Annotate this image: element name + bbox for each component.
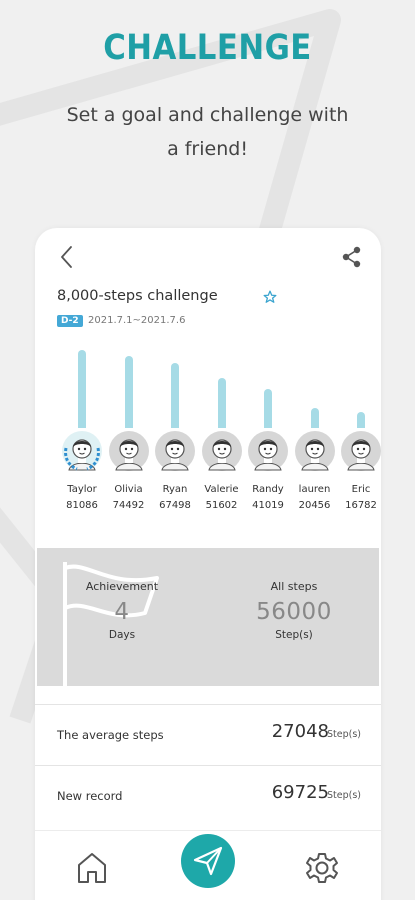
steps-bar — [124, 356, 133, 428]
phone-screen: 8,000-steps challenge D-2 2021.7.1~2021.… — [35, 228, 381, 900]
steps-bar — [264, 389, 272, 428]
ranking-chart: Taylor 81086 Olivia 74492 Ryan 67498 Valerie 51… — [35, 350, 381, 518]
steps-bar — [310, 408, 319, 428]
avatar — [294, 431, 335, 471]
ranking-steps: 16782 — [345, 500, 377, 511]
ranking-item[interactable]: lauren 20456 — [292, 378, 338, 518]
dday-badge: D-2 — [57, 315, 83, 327]
all-steps-value: 56000 — [256, 599, 332, 625]
average-steps-value: 27048 — [271, 721, 329, 742]
star-icon[interactable] — [263, 290, 277, 304]
achievement-block: Achievement 4 Days — [52, 580, 192, 641]
avatar — [341, 431, 381, 471]
share-icon[interactable] — [341, 246, 363, 268]
ranking-item[interactable]: Taylor 81086 — [59, 350, 105, 518]
home-icon[interactable] — [76, 851, 108, 885]
all-steps-unit: Step(s) — [275, 629, 313, 641]
avatar — [62, 431, 102, 471]
avatar — [108, 431, 149, 471]
challenge-dates: 2021.7.1~2021.7.6 — [88, 315, 186, 326]
challenge-nav-button[interactable] — [178, 831, 238, 891]
steps-bar — [357, 412, 365, 428]
new-record-row: New record 69725 Step(s) — [35, 765, 381, 825]
gear-icon[interactable] — [305, 851, 339, 885]
promo-title: CHALLENGE — [103, 28, 312, 68]
steps-bar — [171, 363, 179, 428]
new-record-unit: Step(s) — [327, 790, 361, 801]
paper-plane-icon — [193, 846, 223, 876]
ranking-item[interactable]: Valerie 51602 — [199, 378, 245, 518]
chevron-left-icon[interactable] — [55, 244, 79, 270]
ranking-item[interactable]: Olivia 74492 — [106, 356, 152, 518]
ranking-item[interactable]: Eric 16782 — [338, 378, 381, 518]
average-steps-unit: Step(s) — [327, 729, 361, 740]
new-record-value: 69725 — [271, 782, 329, 803]
achievement-value: 4 — [114, 599, 130, 625]
steps-bar — [78, 350, 86, 428]
challenge-title: 8,000-steps challenge — [57, 288, 218, 304]
achievement-unit: Days — [108, 629, 136, 641]
all-steps-block: All steps 56000 Step(s) — [224, 580, 364, 641]
summary-panel: Achievement 4 Days All steps 56000 Step(… — [37, 548, 379, 686]
ranking-name: Eric — [351, 484, 371, 495]
avatar — [248, 431, 288, 471]
ranking-item[interactable]: Ryan 67498 — [152, 363, 198, 518]
promo-subtitle: Set a goal and challenge with a friend! — [66, 104, 349, 160]
avatar — [155, 431, 195, 471]
all-steps-label: All steps — [270, 580, 318, 593]
new-record-label: New record — [57, 789, 123, 803]
average-steps-row: The average steps 27048 Step(s) — [35, 704, 381, 764]
bottom-navigation — [35, 830, 381, 900]
average-steps-label: The average steps — [57, 728, 164, 742]
challenge-nav-circle — [181, 834, 235, 888]
steps-bar — [217, 378, 226, 428]
ranking-item[interactable]: Randy 41019 — [245, 378, 291, 518]
achievement-label: Achievement — [85, 580, 159, 593]
avatar — [201, 431, 242, 471]
